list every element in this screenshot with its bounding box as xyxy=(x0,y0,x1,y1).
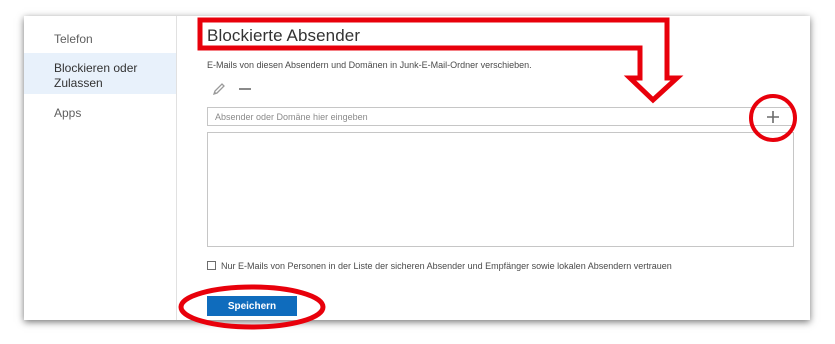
trust-checkbox[interactable] xyxy=(207,261,216,270)
minus-icon[interactable] xyxy=(239,88,251,90)
save-button[interactable]: Speichern xyxy=(207,296,297,316)
sender-input[interactable] xyxy=(207,107,794,126)
page-title: Blockierte Absender xyxy=(207,26,361,45)
sidebar-item-apps[interactable]: Apps xyxy=(24,106,176,124)
sidebar-item-label: Telefon xyxy=(54,32,93,46)
sidebar-item-label: Blockieren oder Zulassen xyxy=(54,61,138,90)
sidebar-item-blockieren-oder-zulassen[interactable]: Blockieren oder Zulassen xyxy=(24,53,176,94)
section-description: E-Mails von diesen Absendern und Domänen… xyxy=(207,60,532,70)
trust-checkbox-label: Nur E-Mails von Personen in der Liste de… xyxy=(221,261,672,271)
sidebar-item-telefon[interactable]: Telefon xyxy=(24,32,176,50)
sidebar-item-label: Apps xyxy=(54,106,82,120)
plus-icon[interactable] xyxy=(766,110,780,124)
blocked-senders-list[interactable] xyxy=(207,132,794,247)
settings-sidebar: Telefon Blockieren oder Zulassen Apps xyxy=(24,16,177,320)
pencil-icon[interactable] xyxy=(212,82,226,96)
